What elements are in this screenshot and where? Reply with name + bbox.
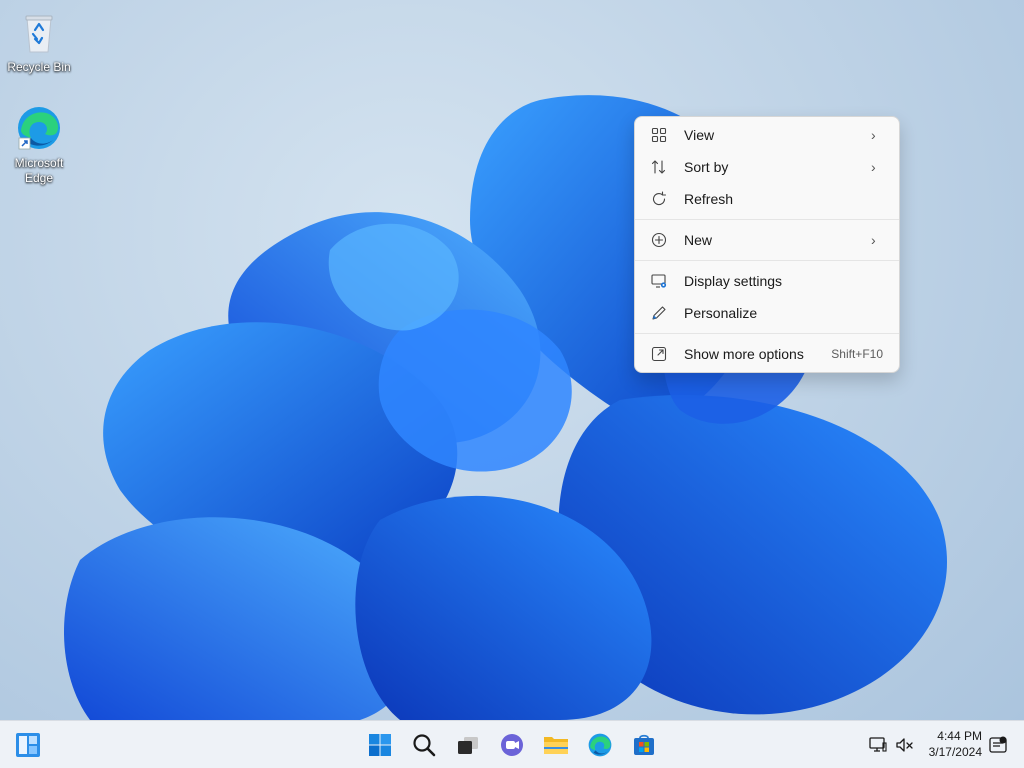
- taskbar: 4:44 PM 3/17/2024: [0, 720, 1024, 768]
- chevron-right-icon: ›: [871, 127, 876, 143]
- file-explorer-icon: [544, 737, 568, 754]
- chevron-right-icon: ›: [871, 159, 876, 175]
- edge-taskbar-button[interactable]: [584, 729, 616, 761]
- desktop-icon-recycle-bin[interactable]: Recycle Bin: [1, 8, 77, 75]
- desktop-icon-edge[interactable]: Microsoft Edge: [1, 104, 77, 186]
- plus-circle-icon: [650, 231, 668, 249]
- menu-item-show-more-options[interactable]: Show more options Shift+F10: [639, 339, 895, 369]
- widgets-icon: [16, 733, 40, 757]
- menu-item-view[interactable]: View ›: [639, 120, 895, 150]
- menu-item-sort-by[interactable]: Sort by ›: [639, 152, 895, 182]
- network-icon: [869, 737, 887, 752]
- edge-icon: [588, 733, 612, 757]
- menu-separator: [635, 333, 899, 334]
- store-button[interactable]: [628, 729, 660, 761]
- menu-item-display-settings[interactable]: Display settings: [639, 266, 895, 296]
- volume-button[interactable]: [888, 729, 920, 761]
- display-settings-icon: [650, 272, 668, 290]
- menu-item-new[interactable]: New ›: [639, 225, 895, 255]
- more-options-icon: [650, 345, 668, 363]
- store-icon: [634, 734, 654, 755]
- desktop-context-menu: View › Sort by › Refresh New › Display s…: [634, 116, 900, 373]
- menu-item-label: Sort by: [684, 159, 729, 175]
- grid-view-icon: [650, 126, 668, 144]
- search-icon: [413, 734, 436, 757]
- menu-item-refresh[interactable]: Refresh: [639, 184, 895, 214]
- menu-item-label: Refresh: [684, 191, 734, 207]
- menu-item-label: Personalize: [684, 305, 758, 321]
- system-clock[interactable]: 4:44 PM 3/17/2024: [929, 728, 982, 760]
- chat-icon: [501, 734, 523, 756]
- volume-muted-icon: [896, 738, 913, 752]
- menu-item-label: View: [684, 127, 715, 143]
- desktop[interactable]: Recycle Bin Microsoft Edge View › Sort b: [0, 0, 1024, 720]
- start-icon: [369, 734, 391, 756]
- menu-item-label: Show more options: [684, 346, 804, 362]
- menu-item-personalize[interactable]: Personalize: [639, 298, 895, 328]
- shortcut-label: Shift+F10: [831, 347, 883, 361]
- chat-button[interactable]: [496, 729, 528, 761]
- notifications-button[interactable]: [982, 729, 1014, 761]
- menu-separator: [635, 260, 899, 261]
- edge-icon: [18, 107, 60, 150]
- task-view-button[interactable]: [452, 729, 484, 761]
- search-button[interactable]: [408, 729, 440, 761]
- sort-icon: [650, 158, 668, 176]
- recycle-bin-icon: [25, 15, 53, 53]
- pen-icon: [650, 304, 668, 322]
- task-view-icon: [458, 737, 478, 754]
- refresh-icon: [650, 190, 668, 208]
- recycle-bin-label: Recycle Bin: [7, 60, 71, 74]
- menu-item-label: Display settings: [684, 273, 783, 289]
- edge-label: Microsoft Edge: [14, 156, 64, 185]
- clock-time: 4:44 PM: [937, 729, 982, 743]
- menu-item-label: New: [684, 232, 713, 248]
- clock-date: 3/17/2024: [928, 745, 982, 759]
- notification-icon: [989, 736, 1007, 753]
- widgets-button[interactable]: [12, 729, 44, 761]
- file-explorer-button[interactable]: [540, 729, 572, 761]
- menu-separator: [635, 219, 899, 220]
- chevron-right-icon: ›: [871, 232, 876, 248]
- start-button[interactable]: [364, 729, 396, 761]
